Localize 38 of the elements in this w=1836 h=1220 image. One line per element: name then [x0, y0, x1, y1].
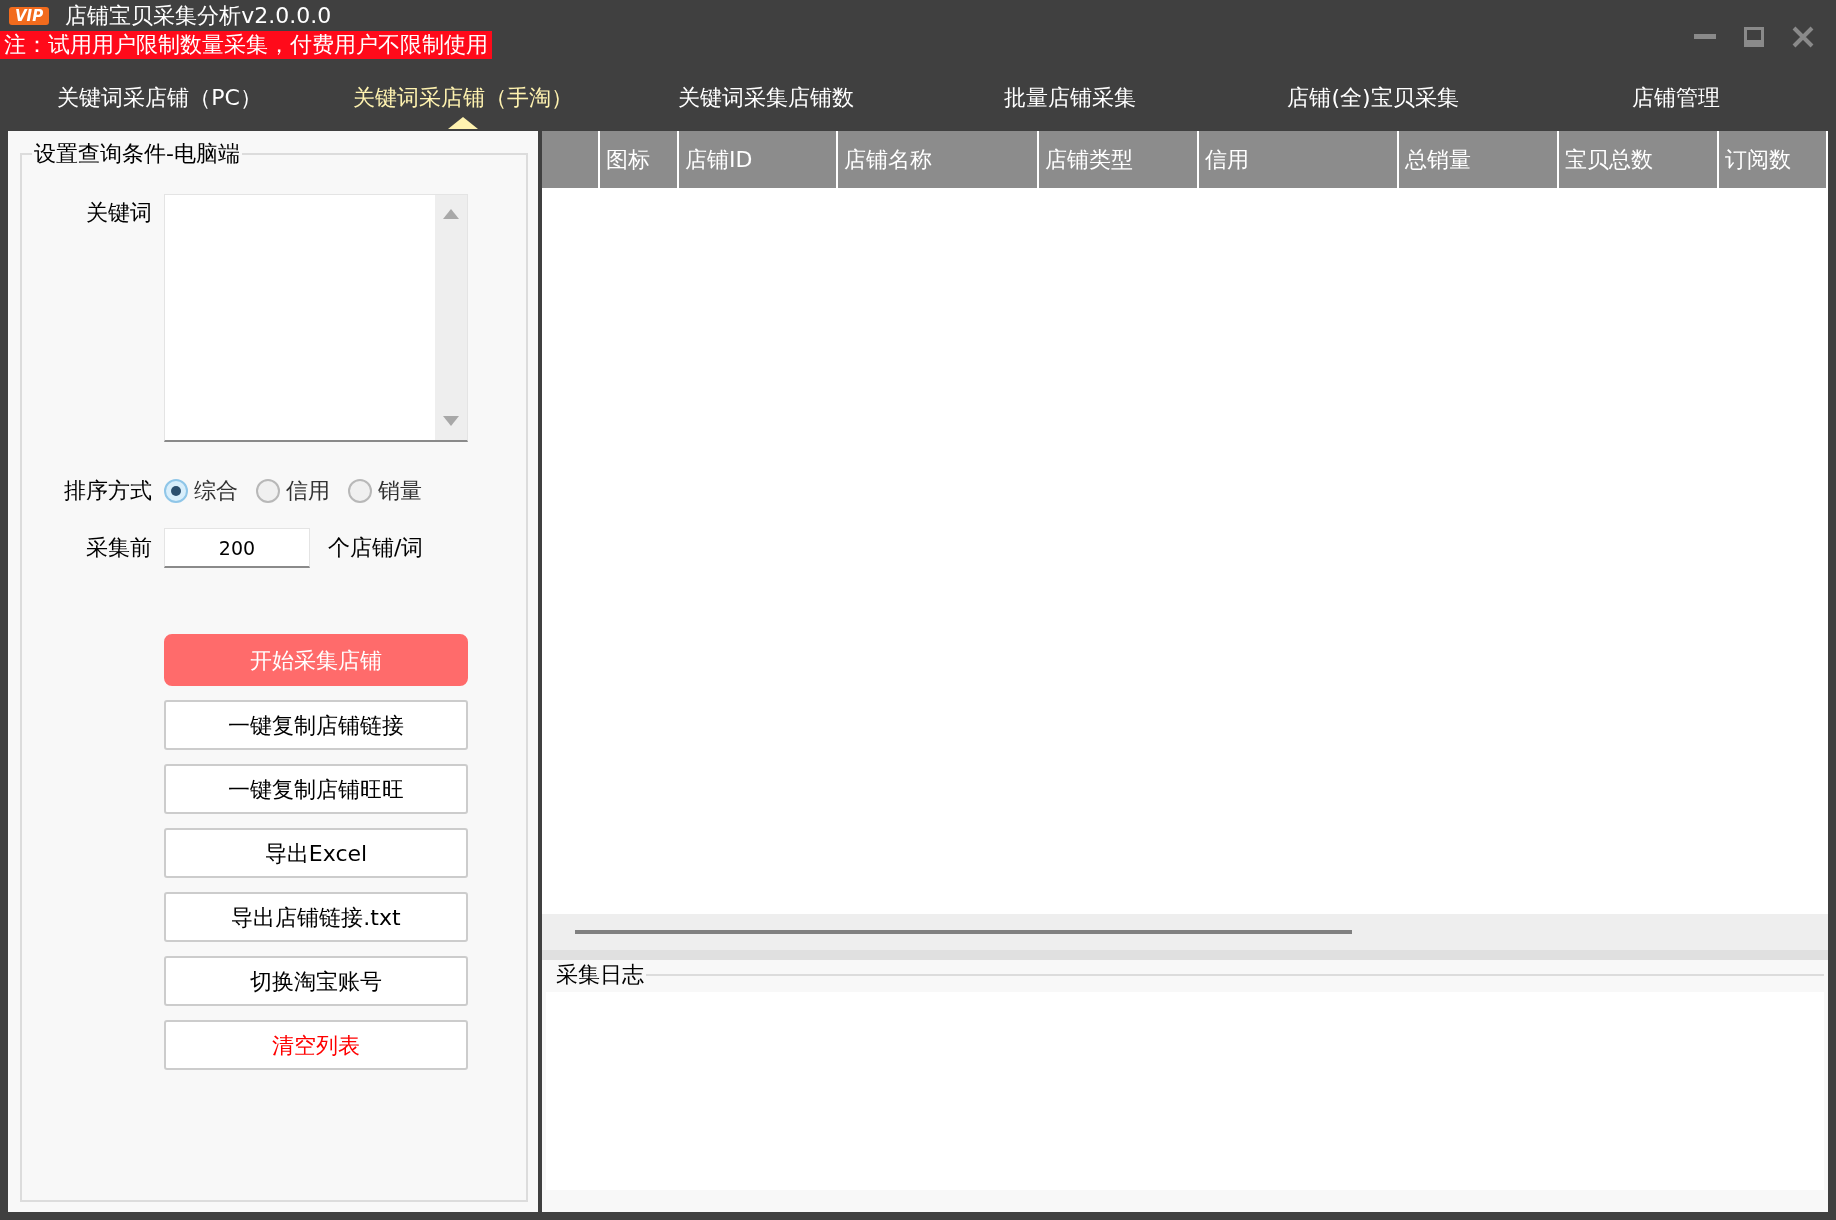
- tab[interactable]: 关键词采店铺（PC）: [8, 59, 312, 129]
- sort-radio[interactable]: 销量: [348, 476, 422, 506]
- scroll-up-icon[interactable]: [443, 209, 459, 219]
- action-button[interactable]: 一键复制店铺旺旺: [164, 764, 468, 814]
- action-button[interactable]: 一键复制店铺链接: [164, 700, 468, 750]
- scrollbar[interactable]: [435, 195, 467, 440]
- scrollbar-thumb[interactable]: [575, 930, 1352, 934]
- radio-icon: [348, 479, 372, 503]
- action-button[interactable]: 导出店铺链接.txt: [164, 892, 468, 942]
- sort-radio[interactable]: 综合: [164, 476, 238, 506]
- panel-title: 设置查询条件-电脑端: [33, 140, 241, 168]
- vip-badge: VIP: [9, 6, 50, 25]
- trial-notice: 注：试用用户限制数量采集，付费用户不限制使用: [0, 31, 492, 59]
- radio-icon: [256, 479, 280, 503]
- horizontal-scrollbar[interactable]: [542, 914, 1828, 950]
- action-button[interactable]: 切换淘宝账号: [164, 956, 468, 1006]
- selection-triangle-icon: [448, 117, 478, 129]
- window-title: 店铺宝贝采集分析v2.0.0.0: [65, 1, 332, 30]
- tab[interactable]: 批量店铺采集: [918, 59, 1222, 129]
- log-title: 采集日志: [555, 961, 645, 989]
- sort-label: 排序方式: [63, 477, 153, 505]
- count-field[interactable]: 200: [164, 528, 310, 568]
- maximize-icon[interactable]: [1744, 26, 1764, 47]
- tab[interactable]: 关键词采集店铺数: [614, 59, 918, 129]
- sort-radio[interactable]: 信用: [256, 476, 330, 506]
- keyword-field[interactable]: [164, 194, 468, 442]
- minimize-icon[interactable]: [1694, 33, 1716, 40]
- close-icon[interactable]: [1792, 25, 1814, 48]
- keyword-label: 关键词: [85, 199, 153, 227]
- count-unit: 个店铺/词: [328, 534, 424, 562]
- tab[interactable]: 店铺(全)宝贝采集: [1221, 59, 1525, 129]
- tab[interactable]: 关键词采店铺（手淘）: [311, 59, 615, 129]
- radio-icon: [164, 479, 188, 503]
- count-label: 采集前: [85, 534, 153, 562]
- tab[interactable]: 店铺管理: [1524, 59, 1828, 129]
- action-button[interactable]: 清空列表: [164, 1020, 468, 1070]
- action-button[interactable]: 导出Excel: [164, 828, 468, 878]
- scroll-down-icon[interactable]: [443, 416, 459, 426]
